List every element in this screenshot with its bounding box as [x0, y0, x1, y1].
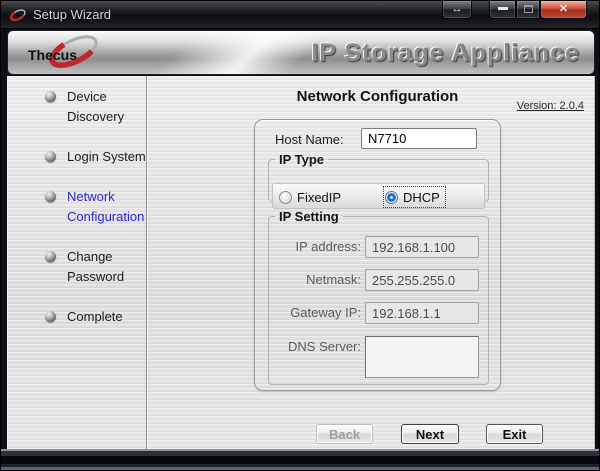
step-bullet-icon: [45, 191, 56, 202]
title-bar[interactable]: Setup Wizard ↔ ✕: [1, 1, 599, 29]
sidebar-item-label: Device Discovery: [67, 87, 155, 127]
maximize-button[interactable]: [516, 1, 540, 19]
sidebar-item-label: Complete: [67, 307, 155, 327]
gateway-ip-input: [365, 302, 479, 324]
sidebar-item-device-discovery[interactable]: Device Discovery: [47, 87, 146, 127]
version-link[interactable]: Version: 2.0.4: [517, 100, 584, 112]
sidebar-item-network-configuration[interactable]: Network Configuration: [47, 187, 146, 227]
ip-address-input: [365, 236, 479, 258]
step-bullet-icon: [45, 311, 56, 322]
resize-icon: ↔: [452, 3, 463, 15]
ip-type-radio-band: FixedIP DHCP: [272, 183, 485, 209]
wizard-steps-sidebar: Device Discovery Login System Network Co…: [7, 76, 146, 449]
netmask-label: Netmask:: [269, 269, 361, 291]
step-bullet-icon: [45, 91, 56, 102]
thecus-brand-text: Thecus: [28, 47, 77, 63]
maximize-icon: [524, 5, 533, 13]
sidebar-item-label: Change Password: [67, 247, 155, 287]
dhcp-radio-icon[interactable]: [385, 191, 398, 204]
netmask-input: [365, 269, 479, 291]
close-icon: ✕: [559, 3, 568, 15]
step-bullet-icon: [45, 151, 56, 162]
ip-type-fieldset: IP Type FixedIP DHCP: [268, 152, 489, 202]
exit-button[interactable]: Exit: [486, 424, 543, 444]
step-bullet-icon: [45, 251, 56, 262]
dns-server-textarea: [365, 336, 479, 378]
resize-button[interactable]: ↔: [442, 1, 472, 19]
next-button[interactable]: Next: [401, 424, 459, 444]
thecus-logo-icon: [9, 6, 27, 24]
network-config-form: Host Name: IP Type FixedIP DHCP IP Setti…: [254, 119, 501, 391]
close-button[interactable]: ✕: [540, 1, 587, 19]
fixedip-radio-icon[interactable]: [279, 191, 292, 204]
minimize-button[interactable]: [489, 1, 516, 19]
window-title: Setup Wizard: [33, 7, 111, 22]
ip-address-label: IP address:: [269, 236, 361, 258]
page-title: Network Configuration: [254, 88, 501, 105]
sidebar-item-change-password[interactable]: Change Password: [47, 247, 146, 287]
sidebar-item-complete[interactable]: Complete: [47, 307, 146, 327]
dns-server-label: DNS Server:: [269, 336, 361, 358]
gateway-ip-label: Gateway IP:: [269, 302, 361, 324]
setup-wizard-window: Setup Wizard ↔ ✕ Thecus IP Storage Appli…: [0, 0, 600, 471]
ip-setting-legend: IP Setting: [275, 209, 343, 224]
dhcp-radio-option[interactable]: DHCP: [385, 188, 444, 206]
product-title: IP Storage Appliance: [311, 39, 580, 68]
ip-setting-fieldset: IP Setting IP address: Netmask: Gateway …: [268, 209, 489, 385]
sidebar-item-login-system[interactable]: Login System: [47, 147, 146, 167]
content-area: Device Discovery Login System Network Co…: [7, 76, 595, 449]
header-banner: Thecus IP Storage Appliance: [7, 30, 595, 75]
sidebar-item-label: Login System: [67, 147, 155, 167]
fixedip-radio-option[interactable]: FixedIP: [279, 188, 341, 206]
sidebar-item-label: Network Configuration: [67, 187, 155, 227]
host-name-label: Host Name:: [275, 132, 344, 147]
back-button: Back: [316, 424, 373, 444]
thecus-banner-logo: Thecus: [22, 34, 108, 74]
fixedip-radio-label: FixedIP: [297, 190, 341, 205]
host-name-input[interactable]: [361, 128, 477, 149]
ip-type-legend: IP Type: [275, 152, 328, 167]
minimize-icon: [498, 7, 508, 10]
window-bottom-frame: [1, 449, 599, 471]
dhcp-radio-label: DHCP: [403, 190, 440, 205]
